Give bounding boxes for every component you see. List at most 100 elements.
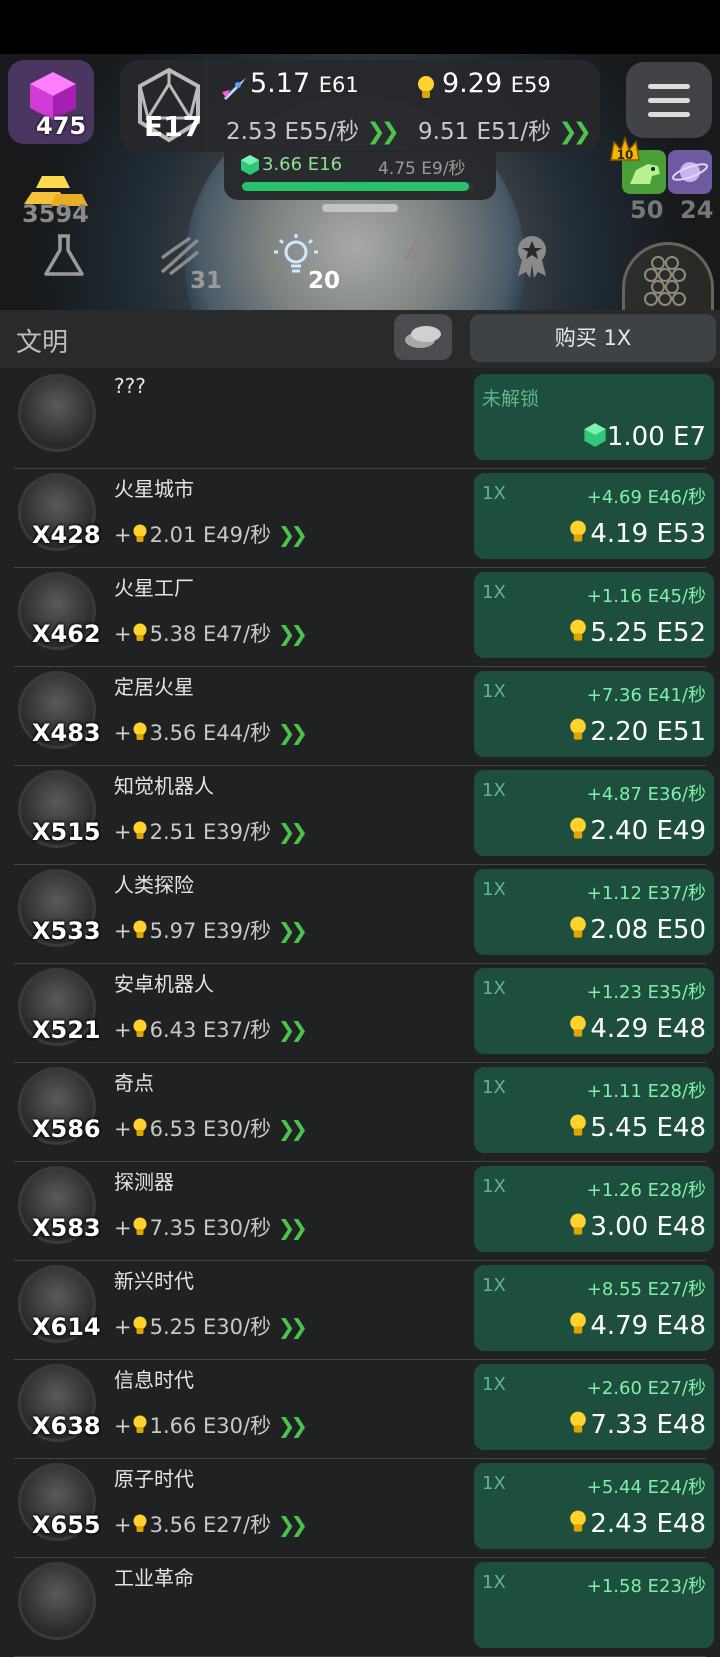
item-name: 原子时代 bbox=[114, 1467, 194, 1491]
lightbulb-icon bbox=[133, 1415, 147, 1433]
item-income: +5.25 E30/秒 ❯❯ bbox=[114, 1315, 308, 1339]
svg-text:10: 10 bbox=[617, 148, 634, 162]
drag-handle[interactable] bbox=[322, 204, 398, 212]
item-owned-count: X462 bbox=[32, 620, 101, 648]
lightbulb-icon bbox=[570, 1015, 587, 1037]
saturn-button[interactable] bbox=[668, 150, 712, 194]
buy-card[interactable]: 1X +1.12 E37/秒 2.08 E50 bbox=[474, 869, 714, 955]
list-item: X586 奇点 +6.53 E30/秒 ❯❯ 1X +1.11 E28/秒 5.45 E4… bbox=[0, 1063, 720, 1162]
buy-cost: 7.33 E48 bbox=[568, 1410, 706, 1440]
green-crystal-icon bbox=[241, 155, 259, 175]
item-income: +2.01 E49/秒 ❯❯ bbox=[114, 523, 308, 547]
lightbulb-icon bbox=[570, 619, 587, 641]
item-owned-count: X583 bbox=[32, 1214, 101, 1242]
buy-multiplier: 1X bbox=[482, 483, 506, 504]
item-income: +5.97 E39/秒 ❯❯ bbox=[114, 919, 308, 943]
buy-cost: 5.25 E52 bbox=[568, 618, 706, 648]
crystal-bar[interactable]: 3.66 E16 4.75 E9/秒 bbox=[224, 150, 496, 200]
coins-toggle-button[interactable] bbox=[394, 314, 452, 360]
tab-achievements[interactable] bbox=[486, 224, 576, 310]
tab-ideas[interactable]: 20 bbox=[250, 224, 340, 310]
lightbulb-icon bbox=[570, 1312, 587, 1334]
buy-card[interactable]: 1X +4.87 E36/秒 2.40 E49 bbox=[474, 770, 714, 856]
status-bar bbox=[0, 0, 720, 54]
crown-icon: 10 bbox=[610, 135, 640, 162]
lightbulb-icon bbox=[570, 520, 587, 542]
buy-card[interactable]: 1X +1.23 E35/秒 4.29 E48 bbox=[474, 968, 714, 1054]
bulb-boost-icon: ❯❯ bbox=[558, 119, 591, 145]
lightbulb-icon bbox=[570, 1411, 587, 1433]
buy-card[interactable]: 1X +5.44 E24/秒 2.43 E48 bbox=[474, 1463, 714, 1549]
income-gain: +7.36 E41/秒 bbox=[586, 685, 706, 706]
buy-card[interactable]: 1X +4.69 E46/秒 4.19 E53 bbox=[474, 473, 714, 559]
income-gain: +1.58 E23/秒 bbox=[586, 1576, 706, 1597]
list-item: X515 知觉机器人 +2.51 E39/秒 ❯❯ 1X +4.87 E36/秒 2.40… bbox=[0, 766, 720, 865]
unlock-card[interactable]: 未解锁 1.00 E7 bbox=[474, 374, 714, 460]
list-item: X483 定居火星 +3.56 E44/秒 ❯❯ 1X +7.36 E41/秒 2.20 … bbox=[0, 667, 720, 766]
income-gain: +1.26 E28/秒 bbox=[586, 1180, 706, 1201]
list-item: X583 探测器 +7.35 E30/秒 ❯❯ 1X +1.26 E28/秒 3.00 E… bbox=[0, 1162, 720, 1261]
boost-icon: ❯❯ bbox=[277, 1117, 308, 1141]
item-name: 定居火星 bbox=[114, 675, 194, 699]
buy-multiplier-button[interactable]: 购买 1X bbox=[470, 314, 716, 362]
gem-counter[interactable]: 475 bbox=[8, 60, 94, 144]
buy-multiplier: 1X bbox=[482, 1077, 506, 1098]
buy-card[interactable]: 1X +1.26 E28/秒 3.00 E48 bbox=[474, 1166, 714, 1252]
lightbulb-icon bbox=[570, 817, 587, 839]
lightbulb-icon bbox=[570, 1510, 587, 1532]
unlock-cost: 1.00 E7 bbox=[583, 422, 706, 452]
lightbulb-icon bbox=[133, 623, 147, 641]
buy-multiplier: 1X bbox=[482, 681, 506, 702]
lightbulb-icon bbox=[133, 1514, 147, 1532]
item-name: 人类探险 bbox=[114, 873, 194, 897]
buy-card[interactable]: 1X +1.58 E23/秒 bbox=[474, 1562, 714, 1648]
boost-icon: ❯❯ bbox=[277, 919, 308, 943]
item-name: 知觉机器人 bbox=[114, 774, 214, 798]
lightbulb-icon bbox=[570, 718, 587, 740]
item-owned-count: X533 bbox=[32, 917, 101, 945]
buy-multiplier: 1X bbox=[482, 1275, 506, 1296]
buy-multiplier: 1X bbox=[482, 1176, 506, 1197]
section-title: 文明 bbox=[16, 328, 69, 358]
level-panel[interactable]: E17 5.17 E61 2.53 E55/秒 ❯❯ 9.29 E59 9.51… bbox=[120, 60, 600, 152]
buy-cost: 5.45 E48 bbox=[568, 1113, 706, 1143]
tab-hex-grid[interactable] bbox=[622, 242, 714, 310]
item-owned-count: X483 bbox=[32, 719, 101, 747]
dino-count: 50 bbox=[630, 196, 664, 224]
buy-card[interactable]: 1X +7.36 E41/秒 2.20 E51 bbox=[474, 671, 714, 757]
buy-card[interactable]: 1X +1.16 E45/秒 5.25 E52 bbox=[474, 572, 714, 658]
item-name: 火星工厂 bbox=[114, 576, 194, 600]
tab-research[interactable] bbox=[18, 224, 108, 310]
income-gain: +8.55 E27/秒 bbox=[586, 1279, 706, 1300]
lightbulb-icon bbox=[570, 916, 587, 938]
lightbulb-icon bbox=[133, 1217, 147, 1235]
bulb-resource: 9.29 E59 bbox=[442, 68, 551, 99]
menu-button[interactable] bbox=[626, 62, 712, 138]
list-item: X462 火星工厂 +5.38 E47/秒 ❯❯ 1X +1.16 E45/秒 5.25 … bbox=[0, 568, 720, 667]
buy-card[interactable]: 1X +8.55 E27/秒 4.79 E48 bbox=[474, 1265, 714, 1351]
boost-icon: ❯❯ bbox=[277, 721, 308, 745]
gem-count: 475 bbox=[36, 112, 87, 140]
bulb-rate: 9.51 E51/秒 ❯❯ bbox=[418, 119, 592, 145]
list-item: X655 原子时代 +3.56 E27/秒 ❯❯ 1X +5.44 E24/秒 2.43 … bbox=[0, 1459, 720, 1558]
item-owned-count: X428 bbox=[32, 521, 101, 549]
buy-cost: 2.08 E50 bbox=[568, 915, 706, 945]
buy-card[interactable]: 1X +2.60 E27/秒 7.33 E48 bbox=[474, 1364, 714, 1450]
buy-card[interactable]: 1X +1.11 E28/秒 5.45 E48 bbox=[474, 1067, 714, 1153]
rocket-boost-icon: ❯❯ bbox=[366, 119, 399, 145]
item-income: +5.38 E47/秒 ❯❯ bbox=[114, 622, 308, 646]
boost-icon: ❯❯ bbox=[277, 820, 308, 844]
item-income: +2.51 E39/秒 ❯❯ bbox=[114, 820, 308, 844]
list-item: 工业革命 1X +1.58 E23/秒 bbox=[0, 1558, 720, 1657]
green-crystal-icon bbox=[584, 423, 606, 447]
tab-power[interactable] bbox=[370, 224, 460, 310]
income-gain: +4.69 E46/秒 bbox=[586, 487, 706, 508]
income-gain: +1.12 E37/秒 bbox=[586, 883, 706, 904]
buy-cost: 4.29 E48 bbox=[568, 1014, 706, 1044]
tab-dna[interactable]: 31 bbox=[134, 224, 224, 310]
flask-icon bbox=[44, 234, 84, 276]
lightbulb-icon bbox=[133, 722, 147, 740]
coins-icon bbox=[405, 326, 441, 348]
rocket-resource: 5.17 E61 bbox=[250, 68, 359, 99]
lightbulb-icon bbox=[570, 1213, 587, 1235]
